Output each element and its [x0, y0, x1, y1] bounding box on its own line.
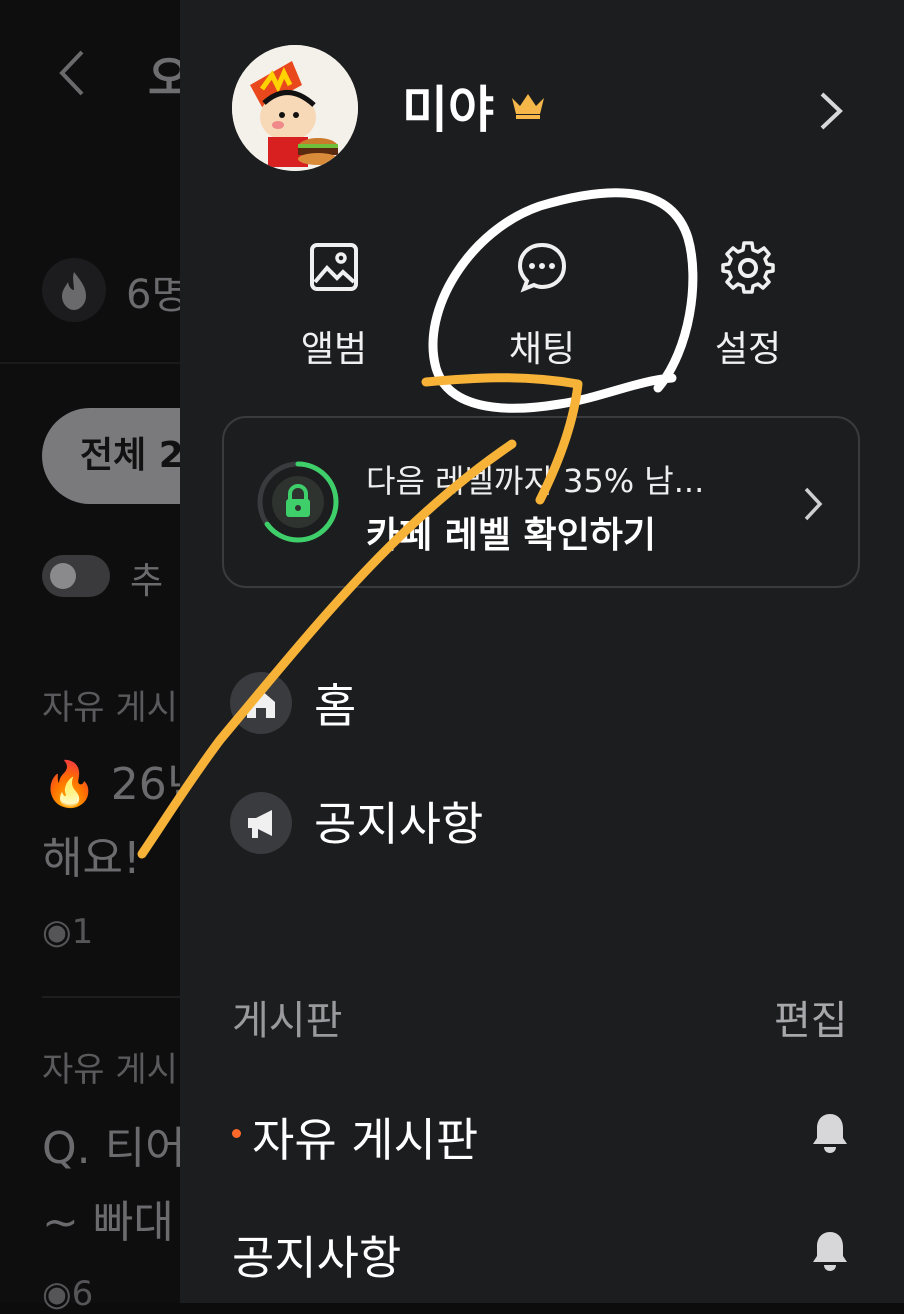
level-progress-text: 다음 레벨까지 35% 남... [366, 462, 705, 500]
level-progress-ring [257, 461, 339, 543]
post-title-line2[interactable]: ~ 빠대 [42, 1186, 174, 1250]
avatar-character-image [232, 45, 358, 171]
image-icon [310, 243, 358, 291]
post-category: 자유 게시 [42, 1050, 178, 1090]
side-drawer: 미야 앨범 채팅 설정 다음 레벨까지 35% 남... 카페 레벨 확인하기 … [180, 0, 904, 1303]
view-count: ◉1 [42, 912, 94, 952]
home-icon[interactable] [230, 672, 292, 734]
chevron-right-icon[interactable] [816, 90, 846, 132]
cafe-level-card[interactable]: 다음 레벨까지 35% 남... 카페 레벨 확인하기 [222, 416, 860, 588]
post-category: 자유 게시 [42, 688, 178, 728]
settings-label: 설정 [714, 329, 782, 370]
post-title[interactable]: Q. 티어 [42, 1112, 186, 1176]
back-arrow-icon[interactable] [52, 48, 92, 98]
bell-icon[interactable] [808, 1110, 852, 1156]
member-count: 6명 [126, 272, 189, 318]
album-label: 앨범 [300, 329, 368, 370]
megaphone-icon[interactable] [230, 792, 292, 854]
crown-icon [512, 94, 544, 119]
menu-home[interactable]: 홈 [314, 670, 356, 736]
chat-bubble-icon [517, 242, 567, 293]
view-count: ◉6 [42, 1274, 94, 1314]
divider [42, 996, 202, 998]
chevron-right-icon [804, 487, 823, 521]
bell-icon[interactable] [808, 1228, 852, 1274]
board-item-notice[interactable]: 공지사항 [232, 1222, 401, 1288]
menu-notice[interactable]: 공지사항 [314, 788, 483, 854]
avatar[interactable] [232, 45, 358, 171]
new-post-dot [232, 1129, 241, 1138]
edit-button[interactable]: 편집 [774, 988, 848, 1046]
fire-icon [42, 258, 106, 322]
profile-name[interactable]: 미야 [402, 70, 494, 142]
level-check-label: 카페 레벨 확인하기 [366, 515, 657, 556]
toggle-label: 추 [130, 561, 164, 602]
board-item-free[interactable]: 자유 게시판 [252, 1104, 478, 1170]
post-title-line2[interactable]: 해요! [42, 822, 141, 886]
boards-section-title: 게시판 [232, 998, 343, 1044]
chat-button[interactable]: 채팅 [472, 240, 612, 372]
settings-button[interactable]: 설정 [678, 240, 818, 372]
chat-label: 채팅 [508, 329, 576, 370]
toggle-knob [50, 563, 76, 589]
eye-icon: ◉ [42, 912, 72, 952]
gear-icon [721, 241, 775, 294]
album-button[interactable]: 앨범 [264, 240, 404, 372]
eye-icon: ◉ [42, 1274, 72, 1314]
divider [0, 362, 200, 364]
